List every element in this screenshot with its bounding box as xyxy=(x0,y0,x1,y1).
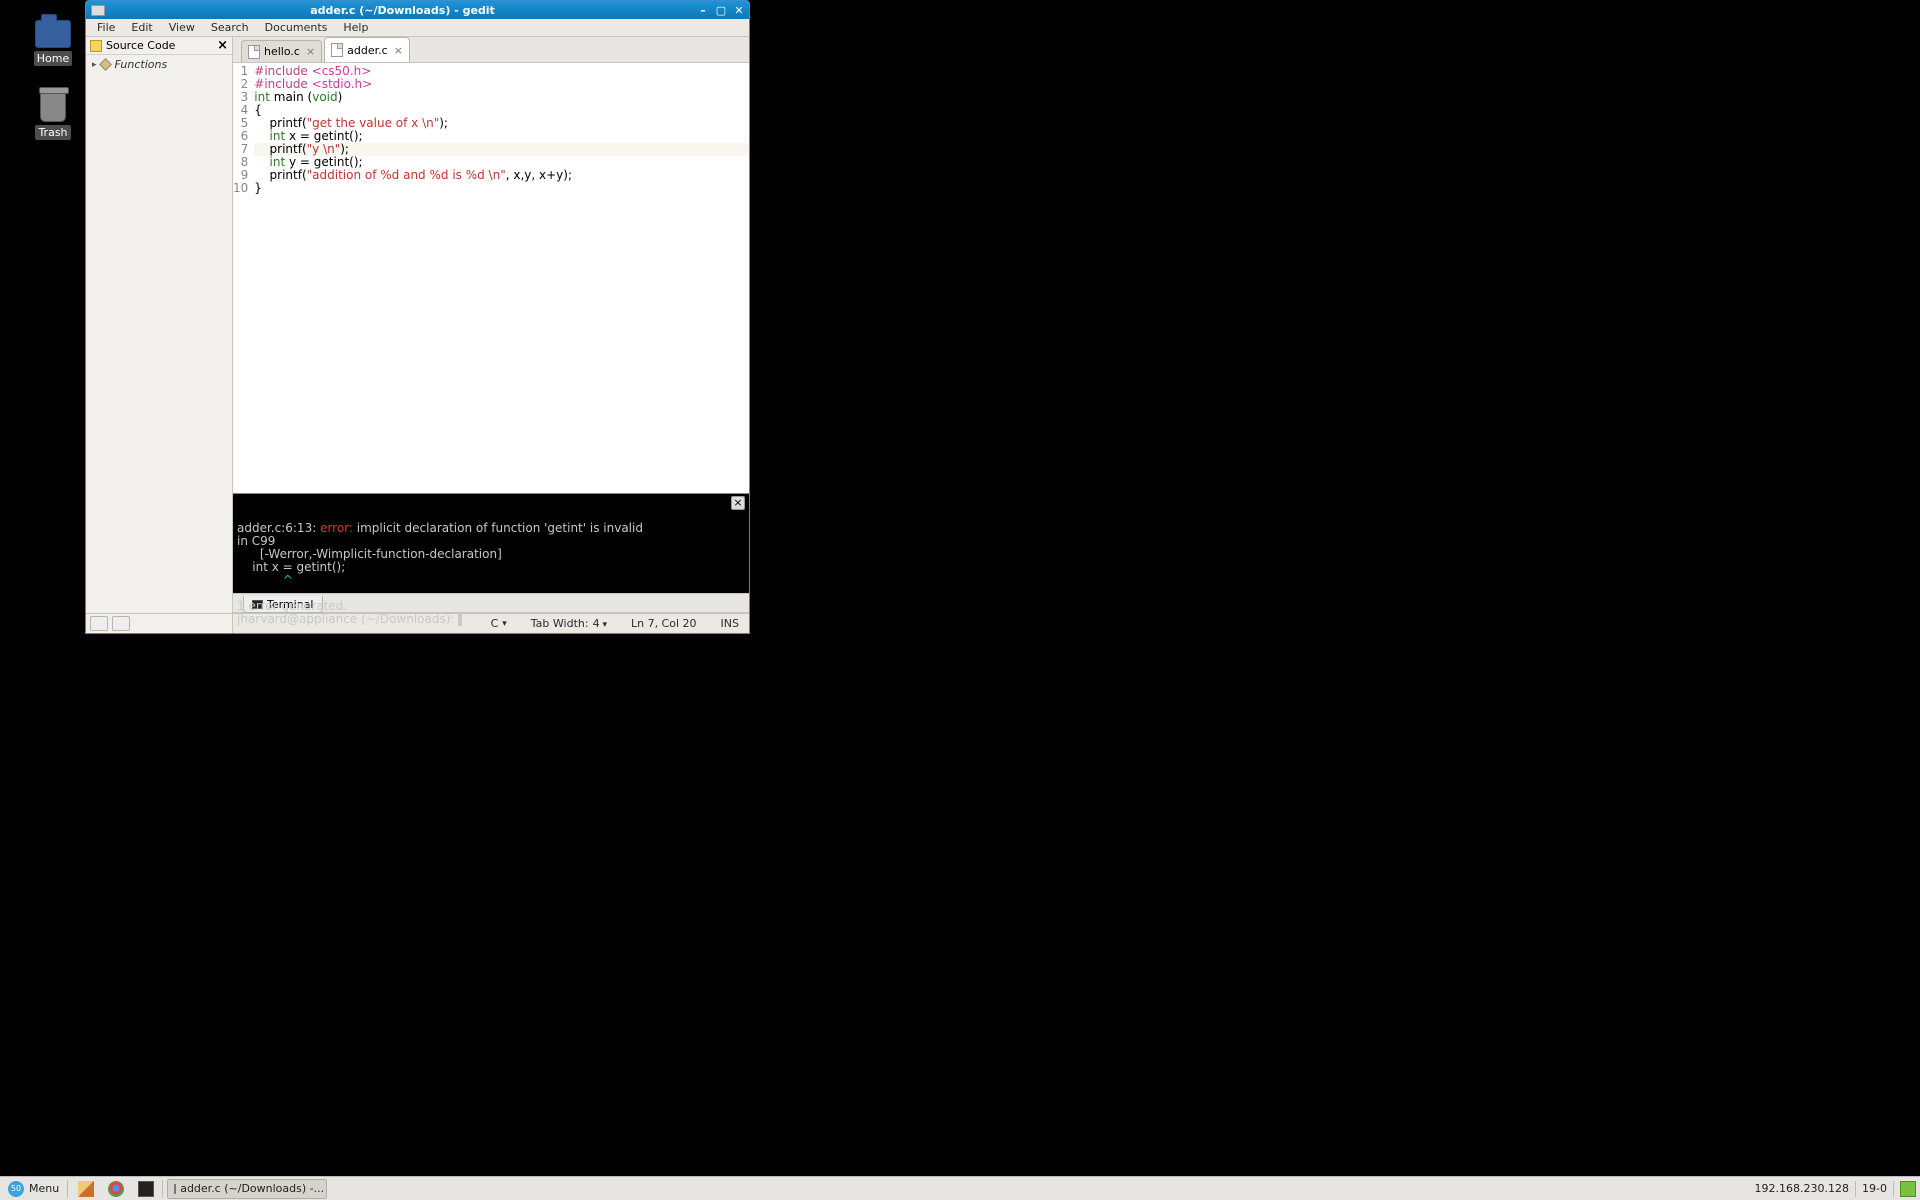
menu-view[interactable]: View xyxy=(161,21,203,34)
menubar: File Edit View Search Documents Help xyxy=(86,19,749,37)
separator xyxy=(162,1180,163,1198)
term-line: [-Werror,-Wimplicit-function-declaration… xyxy=(237,547,502,561)
tab-hello[interactable]: hello.c × xyxy=(241,40,322,62)
sidebar-item-functions[interactable]: Functions xyxy=(86,55,232,74)
ip-address: 192.168.230.128 xyxy=(1755,1182,1849,1195)
trash-icon xyxy=(40,92,66,122)
text-editor-icon xyxy=(78,1181,94,1197)
sidebar-tab-symbols-icon[interactable] xyxy=(112,616,130,631)
term-prompt: jharvard@appliance (~/Downloads): xyxy=(237,612,458,626)
editor-body: Source Code × Functions hello.c xyxy=(86,37,749,633)
term-line: in C99 xyxy=(237,534,275,548)
file-tabs: hello.c × adder.c × xyxy=(233,37,749,63)
tab-label: hello.c xyxy=(264,45,300,58)
menu-file[interactable]: File xyxy=(89,21,123,34)
minimize-button[interactable]: – xyxy=(695,3,711,17)
home-folder-icon xyxy=(35,20,71,48)
titlebar[interactable]: adder.c (~/Downloads) - gedit – ▢ ✕ xyxy=(86,1,749,19)
term-caret: ^ xyxy=(237,573,293,587)
desktop-icon-home[interactable]: Home xyxy=(28,20,78,66)
app-icon xyxy=(91,5,105,16)
display-number: 19-0 xyxy=(1862,1182,1887,1195)
gedit-window: adder.c (~/Downloads) - gedit – ▢ ✕ File… xyxy=(85,0,750,634)
sidebar: Source Code × Functions xyxy=(86,37,233,633)
launcher-terminal[interactable] xyxy=(132,1179,160,1199)
maximize-button[interactable]: ▢ xyxy=(713,3,729,17)
terminal-output[interactable]: × adder.c:6:13: error: implicit declarat… xyxy=(233,493,749,593)
menu-documents[interactable]: Documents xyxy=(257,21,336,34)
chrome-icon xyxy=(108,1181,124,1197)
functions-label: Functions xyxy=(115,58,168,71)
tab-close-icon[interactable]: × xyxy=(306,45,315,58)
code-area[interactable]: #include <cs50.h>#include <stdio.h>int m… xyxy=(252,63,749,493)
tab-adder[interactable]: adder.c × xyxy=(324,37,410,62)
cursor-position: Ln 7, Col 20 xyxy=(631,617,697,630)
tab-label: adder.c xyxy=(347,44,388,57)
term-line: adder.c:6:13: error: implicit declaratio… xyxy=(237,521,643,535)
trash-label: Trash xyxy=(35,125,70,140)
functions-icon xyxy=(99,58,112,71)
menu-help[interactable]: Help xyxy=(335,21,376,34)
terminal-close-icon[interactable]: × xyxy=(731,496,745,510)
menu-icon: 50 xyxy=(8,1181,24,1197)
menu-edit[interactable]: Edit xyxy=(123,21,160,34)
network-icon[interactable] xyxy=(1900,1181,1916,1197)
home-label: Home xyxy=(34,51,72,66)
system-tray: 192.168.230.128 19-0 xyxy=(1755,1181,1920,1197)
separator xyxy=(67,1180,68,1198)
close-button[interactable]: ✕ xyxy=(731,3,747,17)
window-title: adder.c (~/Downloads) - gedit xyxy=(110,4,695,17)
file-icon xyxy=(248,45,260,59)
sidebar-title: Source Code xyxy=(106,39,175,52)
sidebar-header: Source Code × xyxy=(86,37,232,55)
menu-search[interactable]: Search xyxy=(203,21,257,34)
term-line: 1 error generated. xyxy=(237,599,347,613)
sidebar-close-icon[interactable]: × xyxy=(217,38,228,53)
separator xyxy=(1893,1181,1894,1197)
file-icon xyxy=(331,43,343,57)
taskbar: 50 Menu adder.c (~/Downloads) -... 192.1… xyxy=(0,1176,1920,1200)
desktop: Home Trash adder.c (~/Downloads) - gedit… xyxy=(0,0,1920,1200)
menu-button[interactable]: 50 Menu xyxy=(2,1179,65,1199)
insert-mode[interactable]: INS xyxy=(721,617,739,630)
tab-close-icon[interactable]: × xyxy=(394,44,403,57)
taskbar-window-button[interactable]: adder.c (~/Downloads) -... xyxy=(167,1179,327,1199)
code-editor[interactable]: 12345678910 #include <cs50.h>#include <s… xyxy=(233,63,749,493)
sidebar-bottom-tabs xyxy=(86,613,232,633)
language-selector[interactable]: C xyxy=(491,617,507,630)
desktop-icon-trash[interactable]: Trash xyxy=(28,92,78,140)
source-code-icon xyxy=(90,40,102,52)
term-line: int x = getint(); xyxy=(237,560,345,574)
separator xyxy=(1855,1181,1856,1197)
launcher-text-editor[interactable] xyxy=(72,1179,100,1199)
launcher-chrome[interactable] xyxy=(102,1179,130,1199)
window-icon xyxy=(174,1184,176,1194)
line-gutter: 12345678910 xyxy=(233,63,252,493)
main-area: hello.c × adder.c × 12345678910 #include… xyxy=(233,37,749,633)
sidebar-tab-documents-icon[interactable] xyxy=(90,616,108,631)
tab-width-selector[interactable]: Tab Width: 4 xyxy=(531,617,607,630)
cursor-block xyxy=(458,612,462,626)
terminal-icon xyxy=(138,1181,154,1197)
